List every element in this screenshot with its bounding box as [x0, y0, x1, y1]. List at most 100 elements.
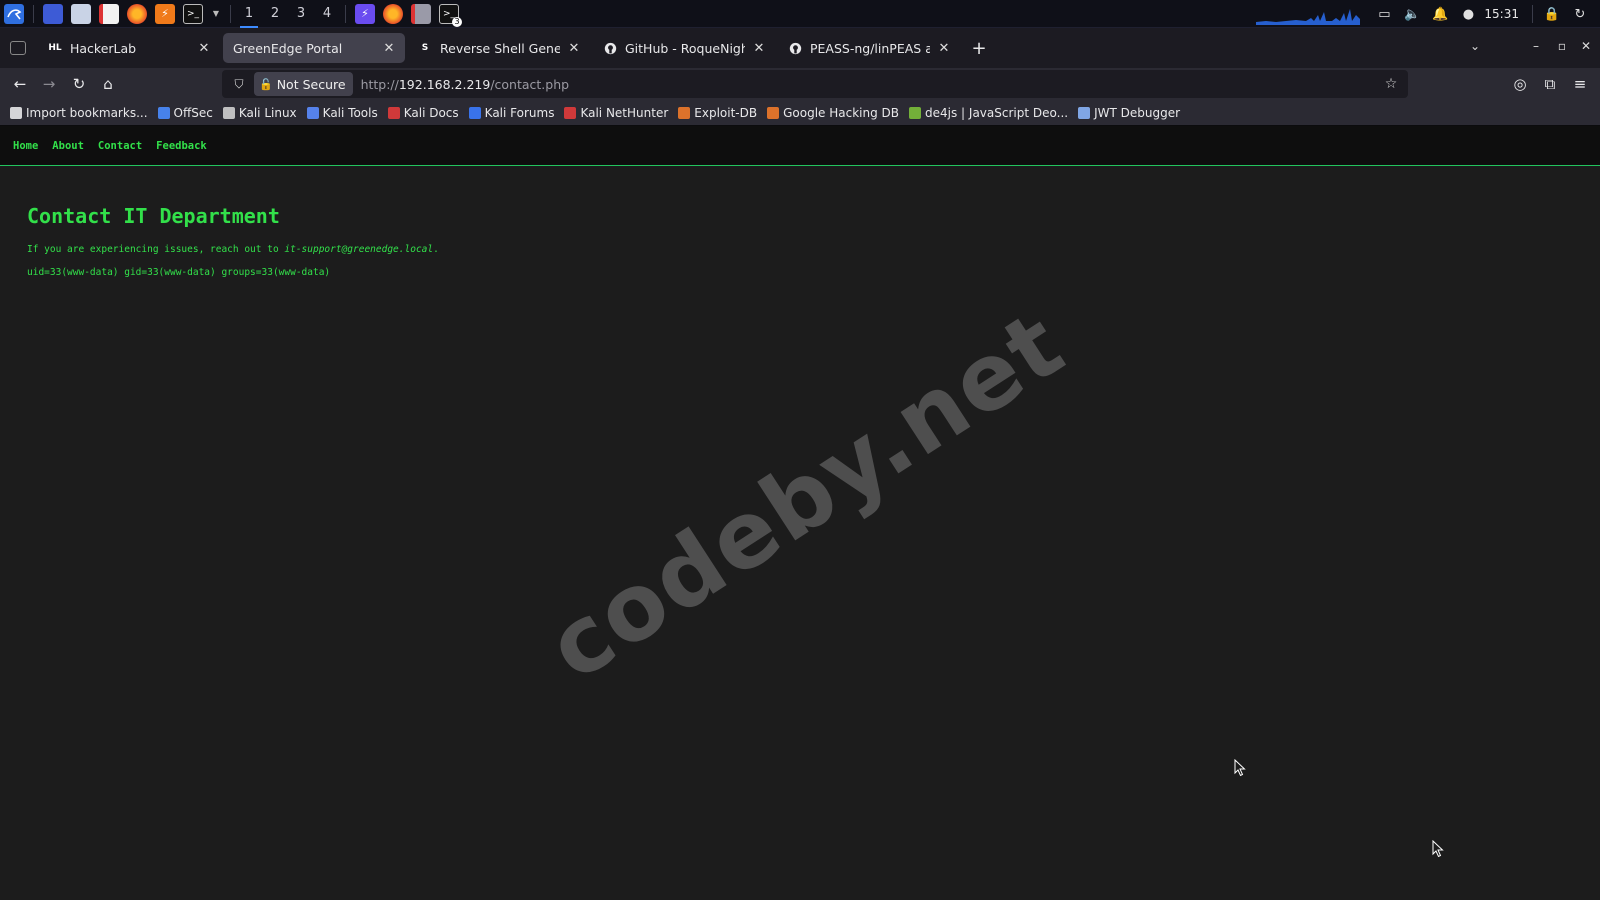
workspace-1[interactable]: 1: [236, 0, 262, 28]
nav-link-about[interactable]: About: [52, 140, 84, 152]
minimize-icon[interactable]: –: [1528, 38, 1544, 54]
de4js-icon: [909, 106, 922, 119]
kali-forums-icon: [468, 106, 481, 119]
notification-bell-icon[interactable]: 🔔: [1429, 3, 1451, 25]
tab-peass-linpeas[interactable]: PEASS-ng/linPEAS at mas ✕: [778, 33, 960, 63]
kali-icon: [222, 106, 235, 119]
panel-separator: [345, 4, 346, 23]
panel-separator: [33, 4, 34, 23]
not-secure-label: Not Secure: [276, 76, 346, 92]
bookmark-label: Google Hacking DB: [783, 105, 900, 120]
text-editor-icon[interactable]: [99, 3, 119, 24]
tab-title: PEASS-ng/linPEAS at mas: [810, 40, 930, 56]
exploitdb-icon: [678, 106, 691, 119]
firefox-view-icon[interactable]: [10, 41, 26, 55]
bookmark-offsec[interactable]: OffSec: [157, 105, 213, 120]
insecure-lock-icon: 🔓: [259, 77, 273, 91]
tracking-shield-icon[interactable]: ⛉: [230, 75, 248, 93]
tab-title: GitHub - RoqueNight/Rev: [625, 40, 745, 56]
tab-github-roquenight[interactable]: GitHub - RoqueNight/Rev ✕: [593, 33, 775, 63]
show-desktop-icon[interactable]: [43, 3, 63, 24]
account-icon[interactable]: ◎: [1506, 70, 1534, 98]
firefox-icon[interactable]: [127, 3, 147, 24]
bookmark-label: Kali Tools: [322, 105, 378, 120]
mouse-cursor-icon: [1432, 840, 1444, 858]
bookmark-import[interactable]: Import bookmarks...: [10, 106, 148, 120]
kali-docs-icon: [387, 106, 400, 119]
kali-menu-icon[interactable]: [4, 3, 24, 24]
revshells-favicon: S: [421, 43, 429, 53]
nav-link-feedback[interactable]: Feedback: [156, 140, 207, 152]
nav-link-contact[interactable]: Contact: [98, 140, 142, 152]
workspace-4[interactable]: 4: [314, 0, 340, 28]
bookmark-star-icon[interactable]: ☆: [1382, 75, 1400, 93]
window-firefox-icon[interactable]: [383, 3, 403, 24]
window-editor-icon[interactable]: [411, 3, 431, 24]
web-page: Home About Contact Feedback Contact IT D…: [0, 126, 1600, 900]
hamburger-menu-icon[interactable]: ≡: [1566, 70, 1594, 98]
command-output: uid=33(www-data) gid=33(www-data) groups…: [27, 267, 331, 278]
logout-icon[interactable]: ↻: [1569, 3, 1591, 25]
url-host: 192.168.2.219: [398, 76, 491, 92]
watermark: codeby.net: [529, 290, 1083, 702]
close-icon[interactable]: ✕: [381, 40, 397, 56]
new-tab-button[interactable]: +: [967, 36, 991, 60]
close-icon[interactable]: ✕: [936, 40, 952, 56]
not-secure-badge[interactable]: 🔓 Not Secure: [254, 72, 353, 96]
window-close-icon[interactable]: ✕: [1578, 38, 1594, 54]
tab-hackerlab[interactable]: HL HackerLab ✕: [38, 33, 220, 63]
page-title: Contact IT Department: [27, 204, 280, 228]
bookmark-jwt[interactable]: JWT Debugger: [1078, 106, 1180, 120]
url-text[interactable]: http://192.168.2.219/contact.php: [361, 77, 570, 92]
back-arrow-icon[interactable]: ←: [6, 70, 34, 98]
panel-separator: [1532, 5, 1533, 23]
support-email: it-support@greenedge.local: [284, 244, 434, 255]
tab-list-chevron-icon[interactable]: ⌄: [1464, 35, 1486, 57]
bookmarks-toolbar: Import bookmarks... OffSec Kali Linux Kali …: [0, 100, 1600, 126]
window-terminal-icon[interactable]: >_ 3: [439, 3, 462, 27]
bookmark-label: Kali NetHunter: [580, 105, 669, 120]
bookmark-label: Kali Forums: [484, 105, 555, 120]
nethunter-icon: [564, 106, 577, 119]
file-manager-icon[interactable]: [71, 3, 91, 24]
bookmark-kali-docs[interactable]: Kali Docs: [387, 105, 459, 120]
url-bar[interactable]: ⛉ 🔓 Not Secure http://192.168.2.219/cont…: [222, 70, 1408, 98]
hackerlab-favicon: HL: [48, 43, 62, 53]
home-icon[interactable]: ⌂: [94, 70, 122, 98]
bookmark-nethunter[interactable]: Kali NetHunter: [564, 106, 668, 120]
bookmark-label: JWT Debugger: [1094, 105, 1181, 120]
maximize-icon[interactable]: ▫: [1554, 38, 1570, 54]
bookmark-kali-tools[interactable]: Kali Tools: [306, 105, 378, 120]
bookmark-kali-forums[interactable]: Kali Forums: [468, 105, 555, 120]
bookmark-ghdb[interactable]: Google Hacking DB: [767, 106, 899, 120]
nav-link-home[interactable]: Home: [13, 140, 38, 152]
bookmark-exploitdb[interactable]: Exploit-DB: [678, 106, 757, 120]
burpsuite-icon[interactable]: ⚡: [155, 3, 175, 24]
bookmark-label: OffSec: [173, 105, 213, 120]
workspace-2[interactable]: 2: [262, 0, 288, 28]
extensions-icon[interactable]: ⧉: [1536, 70, 1564, 98]
chevron-down-icon[interactable]: ▼: [211, 4, 221, 24]
window-burpsuite-icon[interactable]: ⚡: [355, 3, 375, 24]
reload-icon[interactable]: ↻: [65, 70, 93, 98]
site-nav: Home About Contact Feedback: [0, 126, 1600, 166]
clock[interactable]: 15:31: [1484, 7, 1519, 21]
display-icon[interactable]: ▭: [1373, 3, 1395, 25]
close-icon[interactable]: ✕: [566, 40, 582, 56]
workspace-3[interactable]: 3: [288, 0, 314, 28]
tab-reverse-shell-generator[interactable]: S Reverse Shell Generator ✕: [408, 33, 590, 63]
bookmark-kali[interactable]: Kali Linux: [222, 106, 297, 120]
power-manager-icon[interactable]: ●: [1457, 3, 1479, 25]
forward-arrow-icon[interactable]: →: [35, 70, 63, 98]
desktop-top-panel: ⚡ >_ ▼ 1 2 3 4 ⚡ >_ 3 ▭ 🔈 🔔 ● 15:31 🔒 ↻: [0, 0, 1600, 28]
close-icon[interactable]: ✕: [751, 40, 767, 56]
bookmark-label: Kali Docs: [403, 105, 459, 120]
close-icon[interactable]: ✕: [196, 40, 212, 56]
terminal-icon[interactable]: >_: [183, 3, 203, 24]
tab-greenedge-portal[interactable]: GreenEdge Portal ✕: [223, 33, 405, 63]
volume-icon[interactable]: 🔈: [1401, 3, 1423, 25]
github-icon: [788, 41, 802, 55]
terminal-count-badge: 3: [452, 16, 462, 27]
bookmark-de4js[interactable]: de4js | JavaScript Deo...: [909, 106, 1068, 120]
lock-screen-icon[interactable]: 🔒: [1541, 3, 1563, 25]
